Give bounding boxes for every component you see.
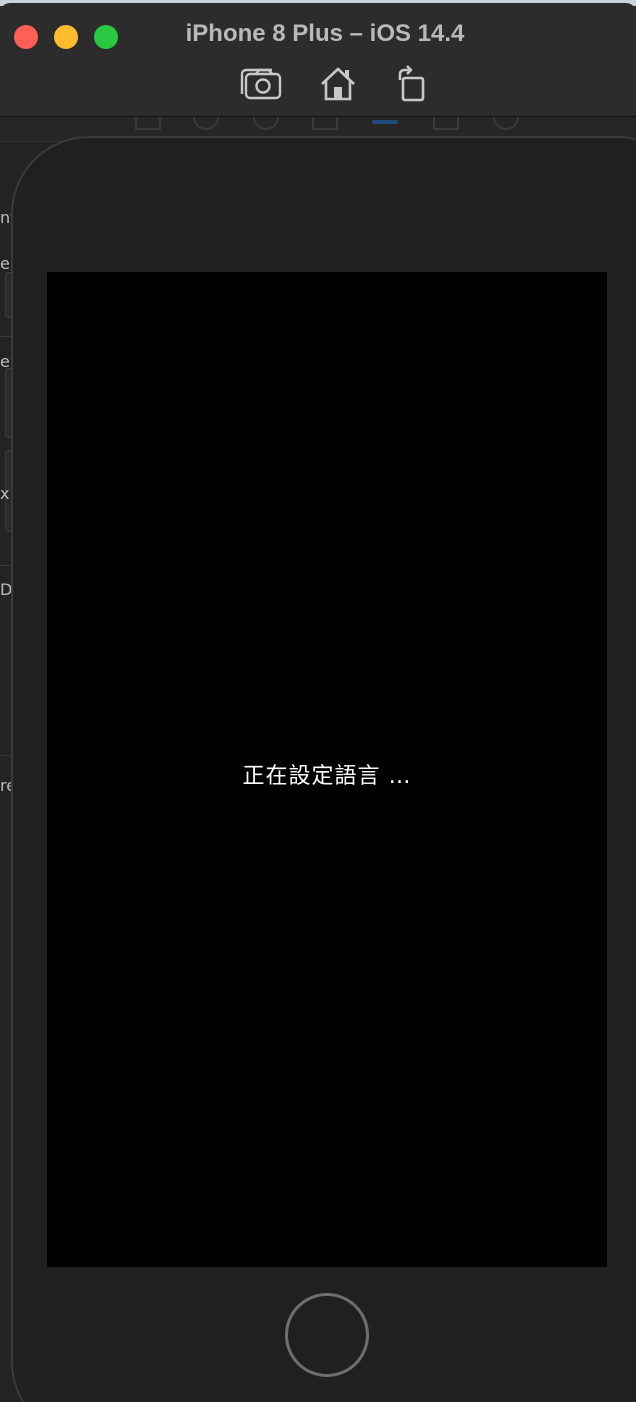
close-window-button[interactable] <box>14 25 38 49</box>
zoom-window-button[interactable] <box>94 25 118 49</box>
minimize-window-button[interactable] <box>54 25 78 49</box>
device-home-button[interactable] <box>285 1293 369 1377</box>
simulator-window: nt e e x D re iPhone 8 Plus – iOS 14.4 <box>0 0 636 1402</box>
rotate-button[interactable] <box>389 64 433 104</box>
screenshot-icon <box>240 68 282 100</box>
window-title: iPhone 8 Plus – iOS 14.4 <box>185 20 465 47</box>
home-icon <box>321 67 355 101</box>
device-screen[interactable]: 正在設定語言 … <box>47 272 607 1267</box>
title-bar: iPhone 8 Plus – iOS 14.4 <box>0 0 636 117</box>
home-button-toolbar[interactable] <box>316 64 360 104</box>
setting-language-message: 正在設定語言 … <box>242 764 412 789</box>
rotate-icon <box>398 65 425 102</box>
background-attributes-icon <box>372 120 398 124</box>
screenshot-button[interactable] <box>239 64 283 104</box>
